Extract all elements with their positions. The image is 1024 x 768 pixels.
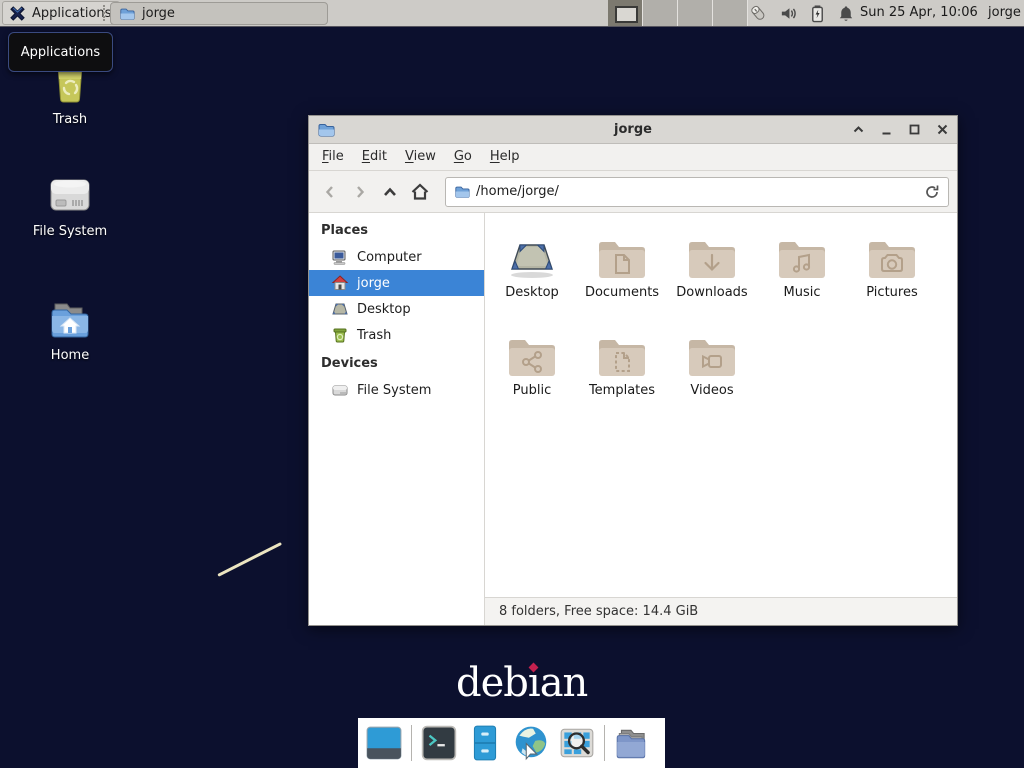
minimize-button[interactable]	[880, 123, 893, 136]
desktop-folder-icon	[487, 229, 577, 281]
file-icon-view[interactable]: Desktop Documents	[485, 213, 957, 597]
sidebar-item-desktop[interactable]: Desktop	[309, 296, 484, 322]
notifications-bell-icon[interactable]	[837, 4, 855, 23]
applications-menu-icon	[9, 5, 26, 22]
menu-go[interactable]: Go	[445, 144, 481, 170]
dock	[358, 718, 665, 768]
shade-button[interactable]	[852, 123, 865, 136]
desktop-icon-label: Home	[22, 348, 118, 363]
reload-icon[interactable]	[924, 184, 940, 200]
taskbar-handle[interactable]	[103, 5, 108, 21]
menu-view[interactable]: View	[396, 144, 445, 170]
workspace-2[interactable]	[643, 0, 678, 26]
menubar: File Edit View Go Help	[309, 144, 957, 171]
desktop-icon-label: File System	[22, 224, 118, 239]
file-item-pictures[interactable]: Pictures	[847, 229, 937, 300]
taskbar-window-label: jorge	[142, 6, 175, 21]
file-item-videos[interactable]: Videos	[667, 327, 757, 398]
workspace-1[interactable]	[608, 0, 643, 26]
close-button[interactable]	[936, 123, 949, 136]
sidebar-item-file-system[interactable]: File System	[309, 377, 484, 403]
file-item-downloads[interactable]: Downloads	[667, 229, 757, 300]
home-icon	[410, 182, 430, 202]
applications-menu-label: Applications	[32, 6, 111, 21]
home-folder-icon	[22, 292, 118, 342]
downloads-folder-icon	[667, 229, 757, 281]
path-input[interactable]	[476, 184, 918, 199]
wallpaper-swirl-line	[217, 542, 282, 577]
panel-user-label: jorge	[988, 0, 1021, 26]
workspace-4[interactable]	[713, 0, 748, 26]
sidebar-item-trash[interactable]: Trash	[309, 322, 484, 348]
file-item-documents[interactable]: Documents	[577, 229, 667, 300]
dock-separator	[604, 725, 605, 761]
window-titlebar[interactable]: jorge	[309, 116, 957, 144]
computer-icon	[331, 248, 349, 266]
devices-header: Devices	[309, 348, 484, 377]
desktop-icon-label: Trash	[22, 112, 118, 127]
location-bar[interactable]	[445, 177, 949, 207]
places-sidebar: Places Computer jorge	[309, 213, 485, 625]
forward-icon	[351, 183, 369, 201]
path-folder-icon	[454, 184, 470, 200]
applications-tooltip: Applications	[8, 32, 113, 72]
up-button[interactable]	[377, 179, 403, 205]
menu-help[interactable]: Help	[481, 144, 529, 170]
desktop-icon-home[interactable]: Home	[22, 292, 118, 363]
terminal-icon[interactable]	[420, 724, 458, 762]
system-tray	[748, 0, 855, 26]
debian-wallpaper-logo: debıan	[456, 660, 587, 706]
menu-file[interactable]: File	[313, 144, 353, 170]
workspace-3[interactable]	[678, 0, 713, 26]
workspace-window-thumbnail	[615, 6, 638, 23]
workspace-pager	[608, 0, 748, 26]
file-item-public[interactable]: Public	[487, 327, 577, 398]
sidebar-item-jorge[interactable]: jorge	[309, 270, 484, 296]
panel-clock[interactable]: Sun 25 Apr, 10:06	[860, 0, 978, 26]
file-item-templates[interactable]: Templates	[577, 327, 667, 398]
public-folder-icon	[487, 327, 577, 379]
back-icon	[321, 183, 339, 201]
videos-folder-icon	[667, 327, 757, 379]
drive-icon	[331, 381, 349, 399]
file-item-desktop[interactable]: Desktop	[487, 229, 577, 300]
up-icon	[381, 183, 399, 201]
debian-logo-text: an	[540, 660, 588, 706]
desktop-icon-file-system[interactable]: File System	[22, 168, 118, 239]
back-button[interactable]	[317, 179, 343, 205]
file-item-music[interactable]: Music	[757, 229, 847, 300]
pictures-folder-icon	[847, 229, 937, 281]
hard-drive-icon	[22, 168, 118, 218]
file-manager-window: jorge File Edit View Go Help	[308, 115, 958, 626]
file-manager-icon[interactable]	[466, 724, 504, 762]
home-icon	[331, 274, 349, 292]
top-panel: Applications jorge	[0, 0, 1024, 27]
maximize-button[interactable]	[908, 123, 921, 136]
sidebar-item-computer[interactable]: Computer	[309, 244, 484, 270]
web-browser-icon[interactable]	[512, 724, 550, 762]
places-header: Places	[309, 215, 484, 244]
task-folder-icon	[119, 6, 135, 22]
volume-icon[interactable]	[779, 4, 798, 23]
status-text: 8 folders, Free space: 14.4 GiB	[499, 604, 698, 619]
dock-separator	[411, 725, 412, 761]
trash-icon	[331, 326, 349, 344]
music-folder-icon	[757, 229, 847, 281]
debian-logo-text: deb	[456, 660, 528, 706]
app-finder-icon[interactable]	[558, 724, 596, 762]
menu-edit[interactable]: Edit	[353, 144, 396, 170]
statusbar: 8 folders, Free space: 14.4 GiB	[485, 597, 957, 625]
documents-folder-icon	[577, 229, 667, 281]
mouse-tray-icon[interactable]	[748, 3, 768, 23]
forward-button[interactable]	[347, 179, 373, 205]
toolbar	[309, 171, 957, 213]
directory-menu-icon[interactable]	[613, 724, 651, 762]
templates-folder-icon	[577, 327, 667, 379]
desktop-icon	[331, 300, 349, 318]
battery-icon[interactable]	[809, 4, 826, 23]
home-button[interactable]	[407, 179, 433, 205]
taskbar-window-button[interactable]: jorge	[110, 2, 328, 25]
show-desktop-icon[interactable]	[365, 724, 403, 762]
